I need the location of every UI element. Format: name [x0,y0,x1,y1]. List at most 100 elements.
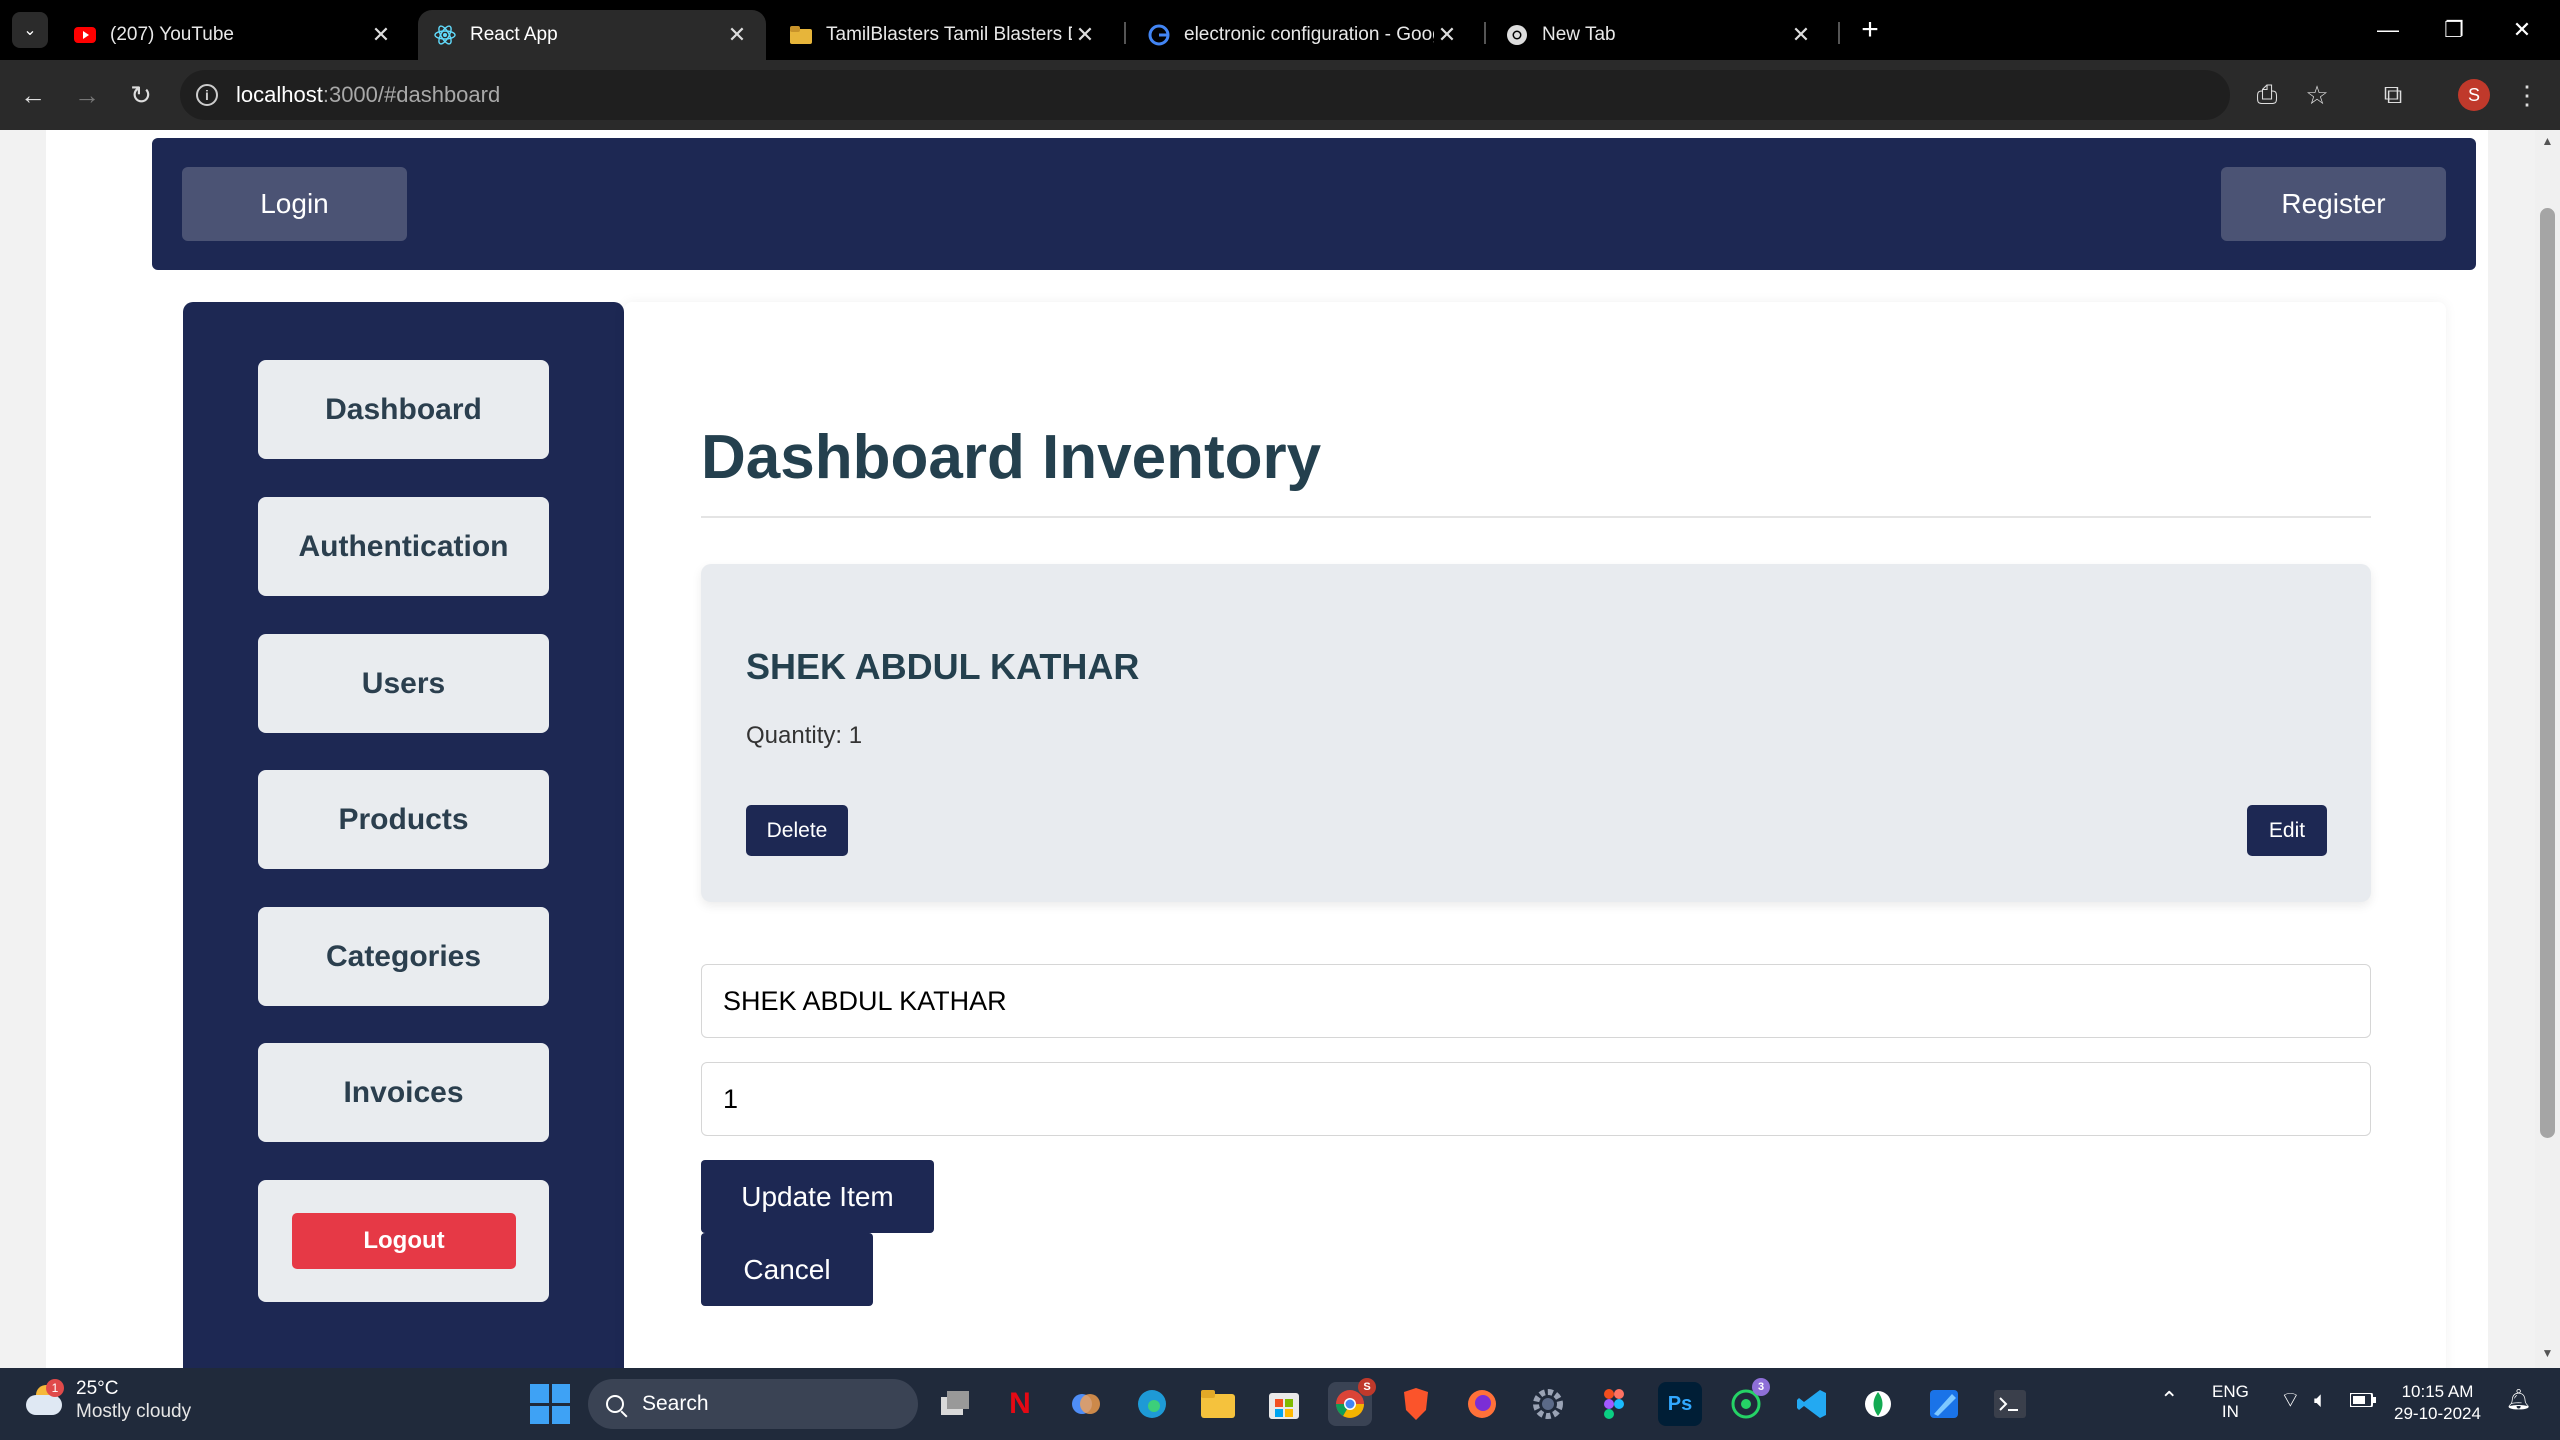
windows-taskbar: 1 25°C Mostly cloudy Search N S Ps 3 ⌃ E… [0,1368,2560,1440]
weather-cloud-sun-icon: 1 [24,1379,64,1421]
site-info-icon[interactable]: i [196,84,218,106]
paint-app-icon[interactable] [1922,1382,1966,1426]
sidebar-item-invoices[interactable]: Invoices [258,1043,549,1142]
search-icon [606,1395,624,1413]
install-app-icon[interactable]: ⎙ [2250,78,2284,112]
copilot-icon[interactable] [1064,1382,1108,1426]
browser-tab-strip: ⌄ (207) YouTube ✕ React App ✕ TamilBlast… [0,0,2560,60]
tab-search-chevron-icon[interactable]: ⌄ [12,12,48,48]
top-navbar: Login Register [152,138,2476,270]
photoshop-icon[interactable]: Ps [1658,1382,1702,1426]
sidebar-item-categories[interactable]: Categories [258,907,549,1006]
minimize-window-icon[interactable]: — [2358,10,2418,50]
page-scrollbar[interactable]: ▲ ▼ [2535,130,2560,1368]
scrollbar-thumb[interactable] [2540,208,2555,1138]
new-tab-plus-icon[interactable]: + [1852,12,1888,48]
extensions-puzzle-icon[interactable]: ⧉ [2376,78,2410,112]
tab-new-tab[interactable]: New Tab ✕ [1490,10,1830,60]
close-tab-icon[interactable]: ✕ [1434,22,1460,48]
sidebar-item-products[interactable]: Products [258,770,549,869]
close-tab-icon[interactable]: ✕ [1788,22,1814,48]
notifications-bell-icon[interactable]: 🔔︎ [2506,1390,2531,1410]
weather-widget[interactable]: 1 25°C Mostly cloudy [24,1378,191,1424]
microsoft-store-icon[interactable] [1262,1382,1306,1426]
main-content: Dashboard Inventory SHEK ABDUL KATHAR Qu… [624,302,2446,1368]
figma-icon[interactable] [1592,1382,1636,1426]
close-tab-icon[interactable]: ✕ [368,22,394,48]
close-tab-icon[interactable]: ✕ [724,22,750,48]
scroll-down-arrow-icon[interactable]: ▼ [2535,1346,2560,1366]
tab-separator [1838,22,1840,44]
task-view-icon[interactable] [934,1382,978,1426]
brave-browser-icon[interactable] [1394,1382,1438,1426]
show-hidden-icons-chevron-icon[interactable]: ⌃ [2160,1389,2178,1411]
forward-arrow-icon[interactable]: → [68,76,106,114]
weather-condition: Mostly cloudy [76,1401,192,1422]
tab-title: TamilBlasters Tamil Blasters Dow [826,24,1072,45]
settings-gear-icon[interactable] [1526,1382,1570,1426]
mongodb-compass-icon[interactable] [1856,1382,1900,1426]
tab-youtube[interactable]: (207) YouTube ✕ [58,10,410,60]
windows-start-icon[interactable] [530,1384,570,1424]
taskbar-search[interactable]: Search [588,1379,918,1429]
login-button[interactable]: Login [182,167,407,241]
tab-title: React App [470,24,558,45]
file-explorer-icon[interactable] [1196,1382,1240,1426]
whatsapp-badge: 3 [1752,1378,1770,1396]
page-viewport: Login Register Dashboard Authentication … [0,130,2535,1368]
url-path: :3000/#dashboard [322,82,501,107]
tab-google-search[interactable]: electronic configuration - Goog ✕ [1132,10,1476,60]
cancel-button[interactable]: Cancel [701,1233,873,1306]
google-icon [1148,24,1170,46]
quantity-label: Quantity: [746,722,849,749]
edge-browser-icon[interactable] [1130,1382,1174,1426]
folder-icon [790,24,812,46]
vscode-icon[interactable] [1790,1382,1834,1426]
chrome-taskbar-icon[interactable]: S [1328,1378,1376,1426]
weather-badge: 1 [46,1379,64,1397]
title-divider [701,516,2371,518]
system-clock[interactable]: 10:15 AM 29-10-2024 [2394,1381,2481,1425]
delete-button[interactable]: Delete [746,805,848,856]
sidebar-item-dashboard[interactable]: Dashboard [258,360,549,459]
item-quantity: Quantity: 1 [746,722,862,750]
profile-avatar[interactable]: S [2458,79,2490,111]
tab-react-app[interactable]: React App ✕ [418,10,766,60]
sidebar: Dashboard Authentication Users Products … [183,302,624,1368]
netflix-icon[interactable]: N [998,1382,1042,1426]
item-name: SHEK ABDUL KATHAR [746,646,1140,687]
quantity-value: 1 [848,722,863,749]
register-button[interactable]: Register [2221,167,2446,241]
bookmark-star-icon[interactable]: ☆ [2300,78,2334,112]
tab-title: (207) YouTube [110,24,234,45]
close-window-icon[interactable]: ✕ [2492,10,2552,50]
whatsapp-icon[interactable]: 3 [1724,1378,1770,1426]
wifi-icon[interactable]: ⌔ [2280,1389,2301,1411]
tab-tamilblasters[interactable]: TamilBlasters Tamil Blasters Dow ✕ [774,10,1114,60]
logout-button[interactable]: Logout [292,1213,516,1269]
battery-icon[interactable] [2349,1392,2376,1412]
scroll-up-arrow-icon[interactable]: ▲ [2535,134,2560,154]
language-indicator[interactable]: ENG IN [2212,1382,2249,1422]
react-icon [434,24,456,46]
youtube-icon [74,24,96,46]
sidebar-item-users[interactable]: Users [258,634,549,733]
inventory-item-card: SHEK ABDUL KATHAR Quantity: 1 Delete Edi… [701,564,2371,902]
reload-icon[interactable]: ↻ [122,76,160,114]
clock-date: 29-10-2024 [2394,1404,2481,1423]
browser-menu-icon[interactable]: ⋮ [2510,78,2544,112]
address-bar[interactable]: i localhost:3000/#dashboard [180,70,2230,120]
tab-separator [1124,22,1126,44]
update-item-button[interactable]: Update Item [701,1160,934,1233]
edit-button[interactable]: Edit [2247,805,2327,856]
item-quantity-input[interactable] [701,1062,2371,1136]
terminal-icon[interactable] [1988,1382,2032,1426]
sidebar-item-authentication[interactable]: Authentication [258,497,549,596]
firefox-icon[interactable] [1460,1382,1504,1426]
tab-separator [1484,22,1486,44]
back-arrow-icon[interactable]: ← [14,76,52,114]
close-tab-icon[interactable]: ✕ [1072,22,1098,48]
restore-window-icon[interactable]: ❐ [2424,10,2484,50]
volume-icon[interactable]: 🔈︎ [2314,1389,2327,1411]
item-name-input[interactable] [701,964,2371,1038]
